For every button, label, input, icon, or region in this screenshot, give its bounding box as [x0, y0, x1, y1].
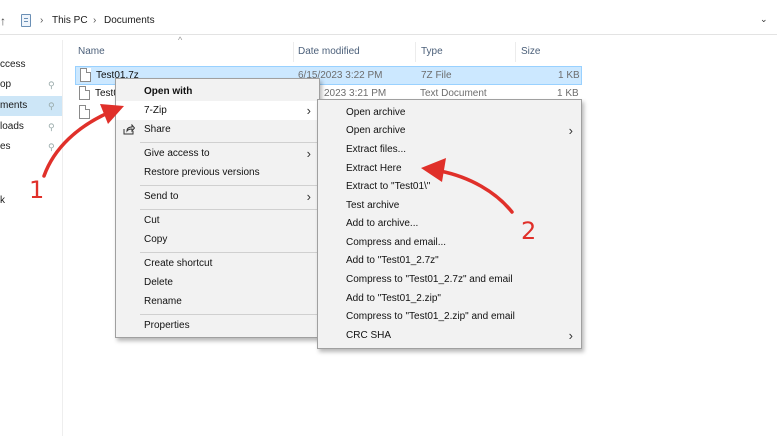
annotation-arrowhead-2 [421, 158, 446, 182]
annotation-arrow-1 [42, 110, 112, 178]
annotation-arrows [42, 104, 514, 214]
annotation-label-1: 1 [29, 176, 45, 204]
annotation-label-2: 2 [521, 217, 537, 245]
annotation-arrow-2 [438, 169, 514, 214]
